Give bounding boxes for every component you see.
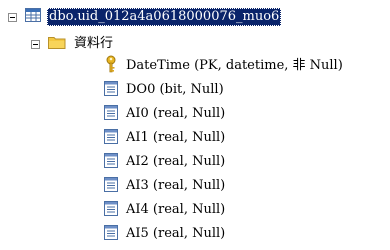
tree-node-column[interactable]: AI4 (real, Null) [104, 200, 227, 220]
column-icon [104, 176, 118, 196]
tree-node-column[interactable]: DO0 (bit, Null) [104, 80, 226, 100]
tree-node-column[interactable]: AI5 (real, Null) [104, 224, 227, 244]
table-icon [25, 8, 41, 26]
column-label[interactable]: AI1 (real, Null) [124, 129, 227, 147]
collapse-toggle[interactable] [31, 39, 40, 49]
column-icon [104, 80, 118, 100]
column-icon [104, 200, 118, 220]
table-name-label[interactable]: dbo.uid_012a4a0618000076_muo6 [47, 8, 282, 26]
column-icon [104, 128, 118, 148]
column-icon [104, 224, 118, 244]
tree-node-column[interactable]: AI1 (real, Null) [104, 128, 227, 148]
tree-node-column[interactable]: AI3 (real, Null) [104, 176, 227, 196]
column-label[interactable]: AI4 (real, Null) [124, 201, 227, 219]
tree-node-column[interactable]: AI0 (real, Null) [104, 104, 227, 124]
tree-node-table[interactable]: dbo.uid_012a4a0618000076_muo6 [8, 7, 282, 27]
columns-folder-label[interactable]: 資料行 [72, 35, 115, 53]
column-label[interactable]: AI2 (real, Null) [124, 153, 227, 171]
column-label[interactable]: AI3 (real, Null) [124, 177, 227, 195]
tree-node-column[interactable]: DateTime (PK, datetime, 非 Null) [104, 55, 345, 77]
column-icon [104, 104, 118, 124]
folder-icon [48, 35, 66, 53]
column-label[interactable]: AI0 (real, Null) [124, 105, 227, 123]
column-icon [104, 152, 118, 172]
tree-node-column[interactable]: AI2 (real, Null) [104, 152, 227, 172]
column-label[interactable]: DateTime (PK, datetime, 非 Null) [124, 57, 345, 75]
tree-node-columns-folder[interactable]: 資料行 [31, 34, 115, 54]
column-label[interactable]: DO0 (bit, Null) [124, 81, 226, 99]
collapse-toggle[interactable] [8, 12, 17, 22]
column-label[interactable]: AI5 (real, Null) [124, 225, 227, 243]
primary-key-icon [104, 55, 118, 77]
object-explorer-tree: dbo.uid_012a4a0618000076_muo6 資料行 DateTi… [0, 0, 390, 250]
